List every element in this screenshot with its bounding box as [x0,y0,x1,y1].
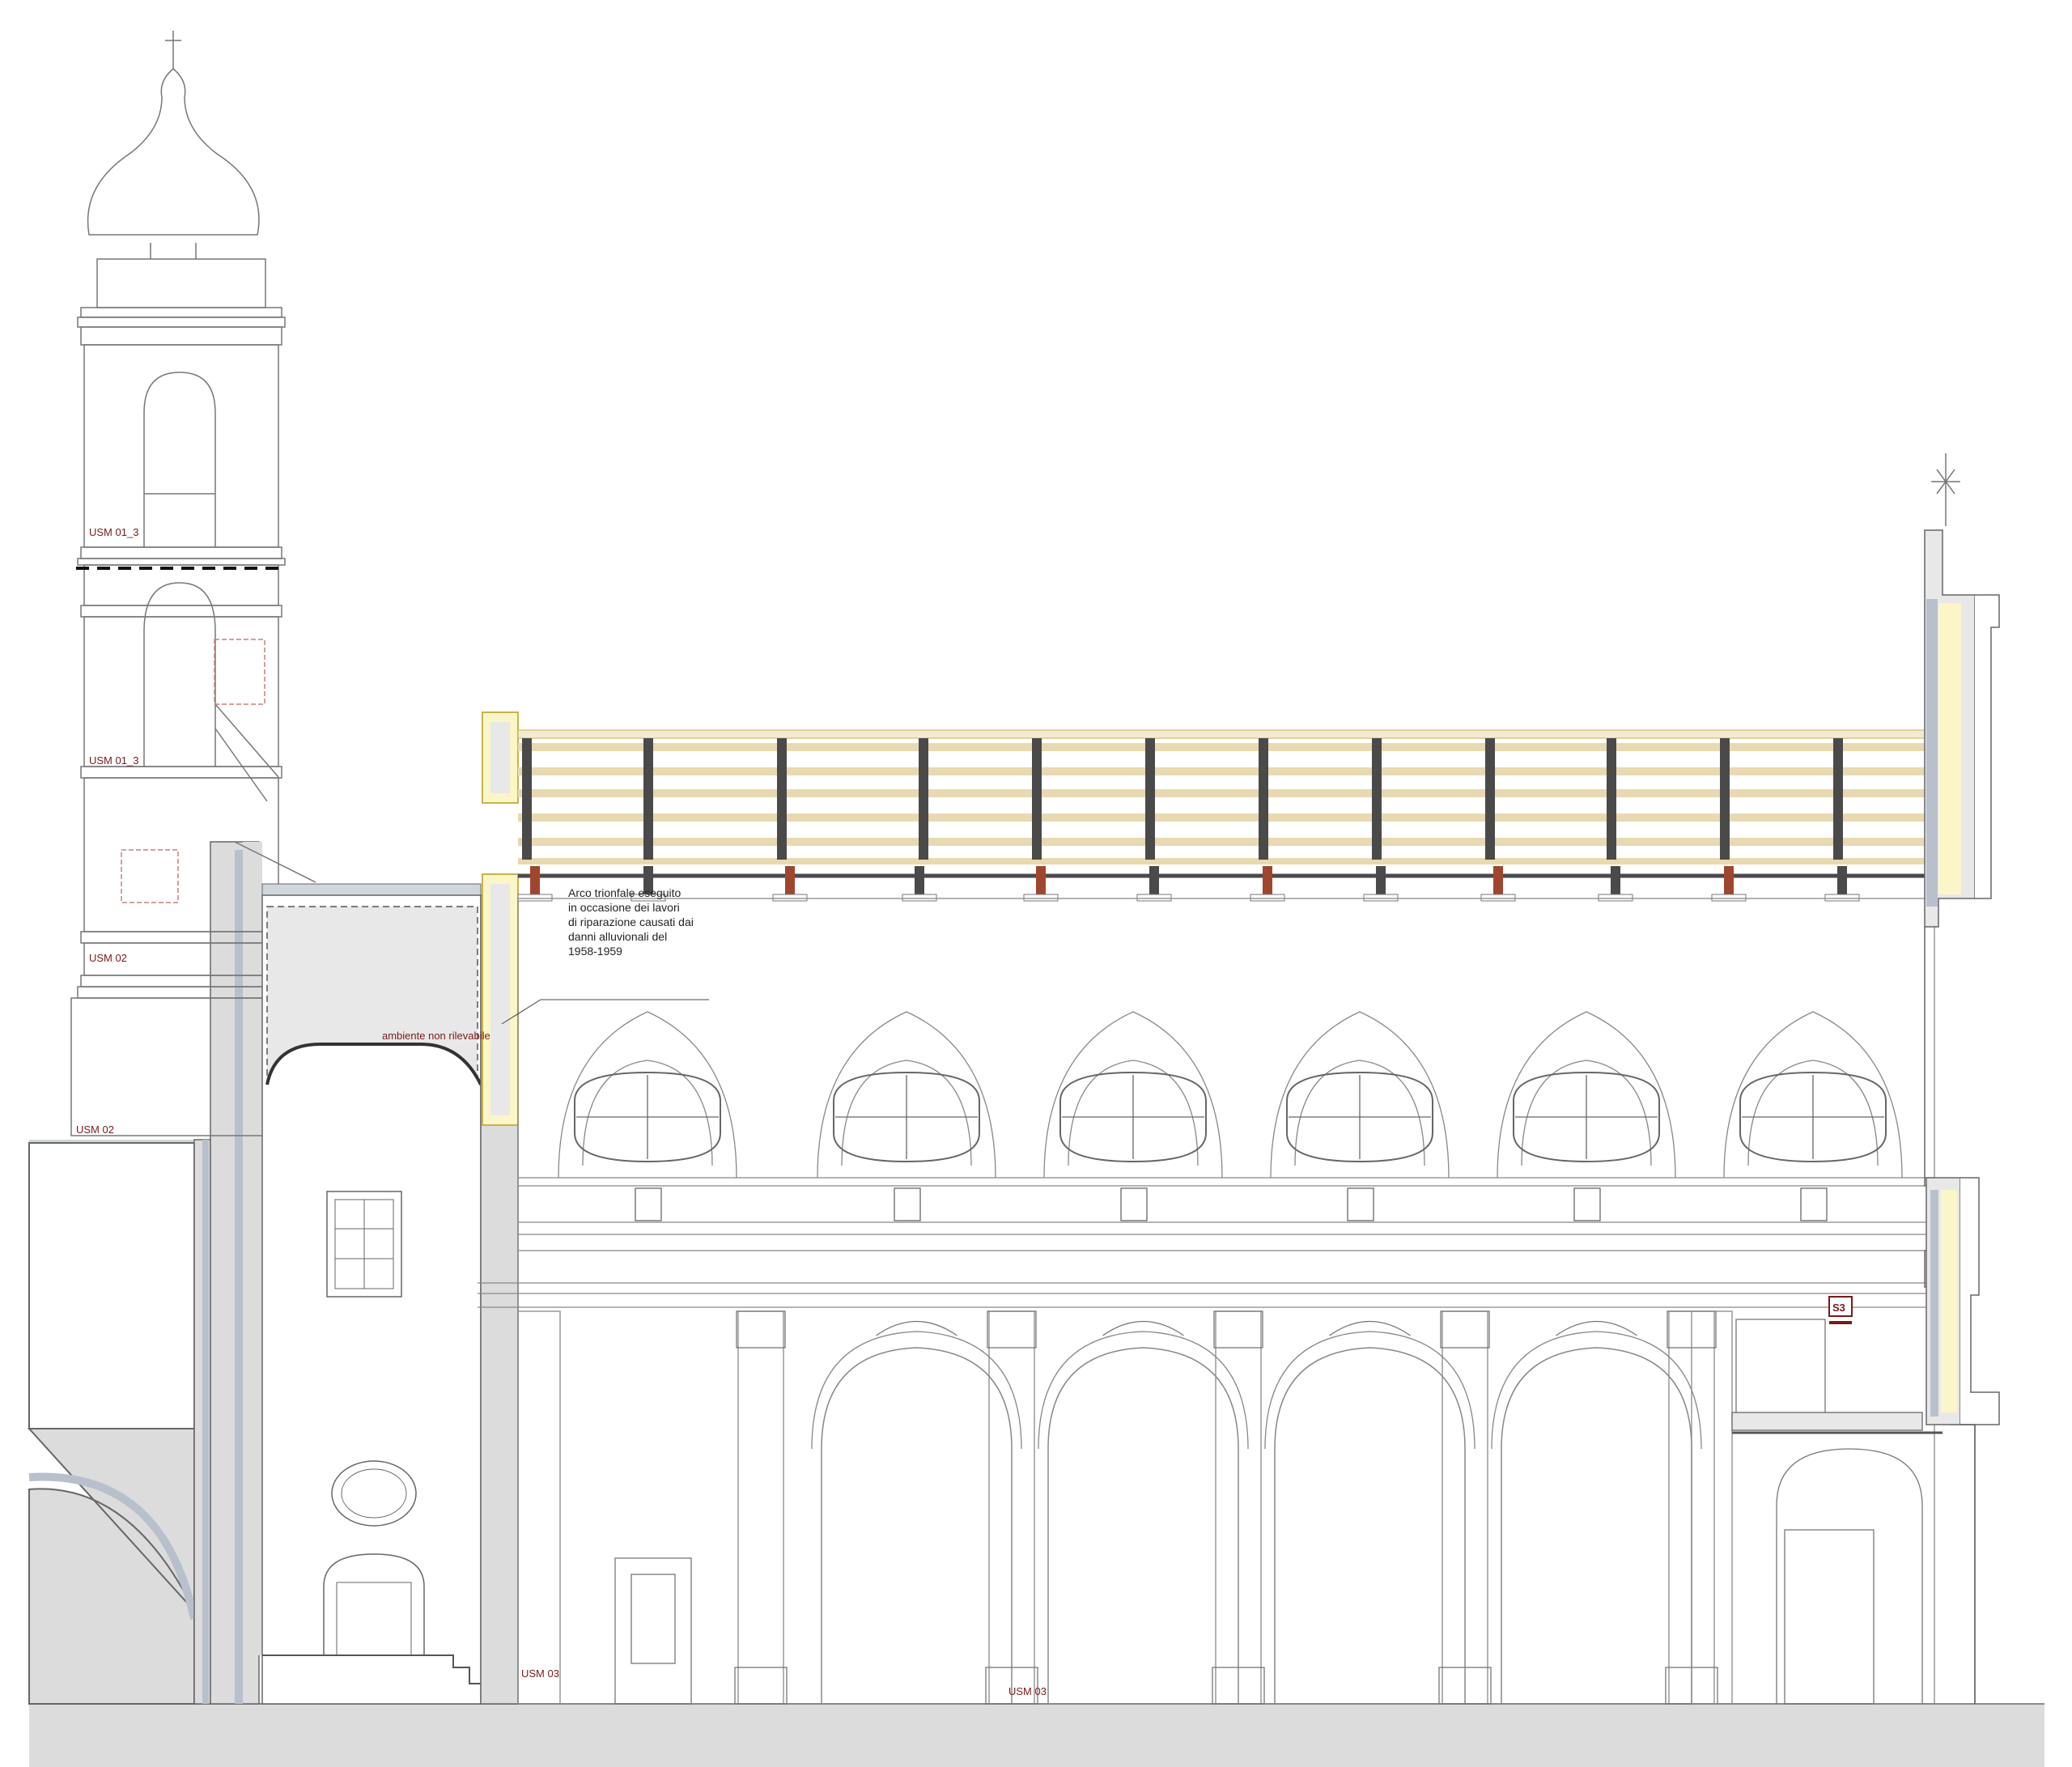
ground-plane [29,1704,2044,1767]
tie-plate [1824,894,1860,902]
rafter [1833,738,1843,860]
note-line: in occasione dei lavori [568,901,680,914]
rafter [1372,738,1382,860]
tie-post [1724,866,1734,898]
frieze-panel [635,1187,662,1221]
tie-post [915,866,924,898]
pilaster-base [734,1667,788,1705]
pilaster-capital [1213,1310,1263,1349]
tie-post [1149,866,1159,898]
usm-label-nave-center: USM 03 [1008,1685,1047,1697]
tie-plate [517,894,553,902]
tie-post [1611,866,1620,898]
usm-label-tower-upper: USM 01_3 [89,526,138,538]
roof-structure [517,729,1937,902]
pilaster-capital [987,1310,1037,1349]
tie-post [1493,866,1503,898]
rafter [1032,738,1042,860]
left-section-mass [27,841,262,1705]
note-line: danni alluvionali del [568,930,667,943]
pilaster-capital [736,1310,786,1349]
pilaster [737,1310,784,1705]
frieze-panel [1347,1187,1374,1221]
section-tag-label: S3 [1832,1302,1845,1314]
tie-post [1837,866,1847,898]
arch-note: Arco trionfale eseguito in occasione dei… [568,886,694,958]
arcade-molding [1264,1331,1475,1450]
tie-plate [1363,894,1399,902]
pilaster [1691,1310,1733,1705]
usm-label-tower-lower: USM 01_3 [89,754,138,767]
arcade-arch [1274,1347,1466,1704]
elevation-drawing: USM 01_3 USM 01_3 USM 02 USM 02 USM 03 U… [27,31,2044,1767]
tie-post [785,866,795,898]
arcade-arch [1047,1347,1239,1704]
tie-plate [1250,894,1285,902]
tie-plate [902,894,937,902]
arcade-arch [821,1347,1013,1704]
rafter [522,738,532,860]
tie-post [1376,866,1386,898]
tie-plate [1711,894,1747,902]
tie-plate [1480,894,1516,902]
tie-post [1036,866,1046,898]
pilaster [517,1310,561,1705]
tie-plate [1023,894,1059,902]
tie-post [1263,866,1272,898]
rafter [1145,738,1155,860]
arch-ornament [876,1320,957,1336]
frieze-panel [1573,1187,1601,1221]
note-line: Arco trionfale eseguito [568,886,681,899]
frieze-panel [1120,1187,1148,1221]
tie-plate [1598,894,1633,902]
rafter [1607,738,1616,860]
frieze-panel [894,1187,921,1221]
ambiente-label: ambiente non rilevabile [382,1030,490,1042]
pilaster-capital [1440,1310,1490,1349]
arch-ornament [1556,1320,1637,1336]
arch-ornament [1329,1320,1411,1336]
nave-elevation [478,898,1942,1705]
arcade-arch [1501,1347,1692,1704]
note-leader [501,999,709,1025]
arch-triumph-element [482,711,519,1126]
usm-label-left-ground: USM 02 [76,1123,114,1136]
tie-plate [1136,894,1172,902]
arcade-molding [811,1331,1022,1450]
tie-plate [772,894,808,902]
arcade-molding [1491,1331,1702,1450]
facade-section [1924,453,2000,1704]
arcade-molding [1038,1331,1249,1450]
note-line: di riparazione causati dai [568,915,694,928]
frieze-panel [1800,1187,1828,1221]
arch-ornament [1102,1320,1184,1336]
rafter [1259,738,1268,860]
rafter [1485,738,1495,860]
rafter [643,738,653,860]
usm-label-tower-base: USM 02 [89,952,127,964]
rafter [777,738,787,860]
rafter [1720,738,1730,860]
tie-post [530,866,540,898]
usm-label-nave-left: USM 03 [521,1667,559,1680]
rafter [919,738,928,860]
note-line: 1958-1959 [568,945,622,958]
